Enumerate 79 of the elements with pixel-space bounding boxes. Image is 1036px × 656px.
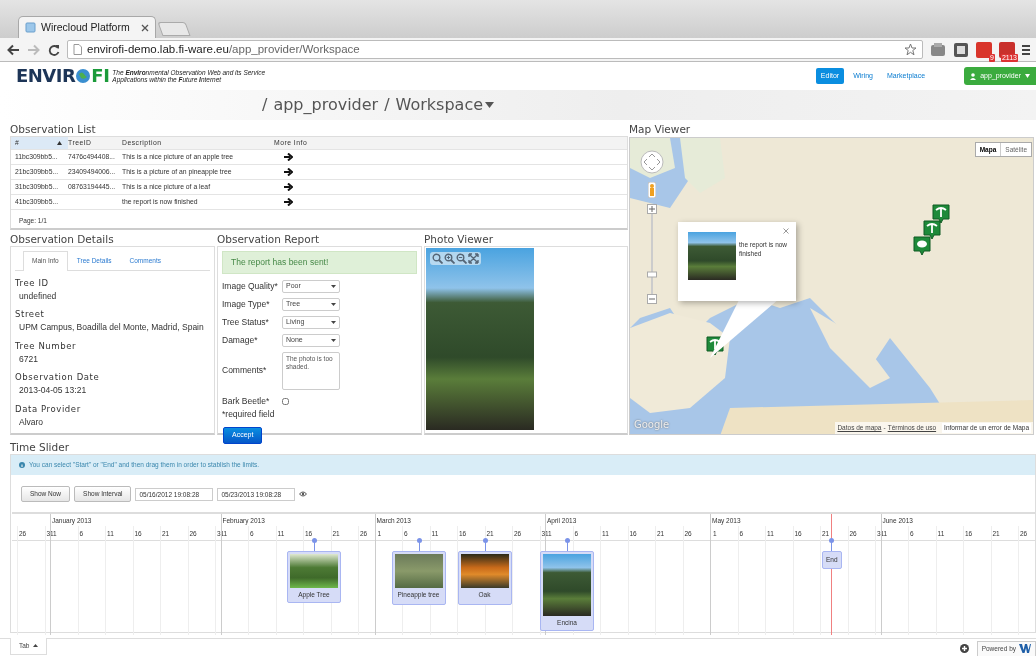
- timeline-point: [482, 537, 488, 543]
- extension-icon[interactable]: [930, 41, 946, 58]
- caret-icon: [33, 644, 39, 648]
- info-icon: [19, 461, 25, 468]
- address-bar[interactable]: envirofi-demo.lab.fi-ware.eu/app_provider/Workspace: [67, 40, 923, 59]
- breadcrumb-separator: /: [384, 94, 390, 116]
- arrow-right-icon[interactable]: [284, 198, 293, 206]
- field-value: undefined: [18, 289, 58, 303]
- caret-icon: [331, 338, 336, 342]
- photo-placeholder: [688, 232, 736, 280]
- field-value: Alvaro: [18, 415, 45, 429]
- url-text: envirofi-demo.lab.fi-ware.eu/app_provider/Workspace: [87, 41, 360, 57]
- widget-title: Observation Details: [10, 232, 115, 246]
- caret-icon: [331, 320, 336, 324]
- caret-icon: [331, 302, 336, 306]
- field-label: Image Type*: [222, 297, 271, 311]
- breadcrumb-separator: /: [262, 94, 268, 116]
- timeline-point: [829, 537, 834, 543]
- field-value: UPM Campus, Boadilla del Monte, Madrid, Spain: [18, 321, 205, 334]
- caret-icon: [1025, 74, 1030, 78]
- widget-title: Photo Viewer: [424, 232, 494, 246]
- checkbox[interactable]: [282, 397, 289, 405]
- field-value: 6721: [18, 352, 39, 366]
- field-label: Tree Status*: [222, 315, 270, 329]
- field-label: Tree ID: [15, 276, 50, 290]
- field-label: Tree Number: [15, 339, 78, 353]
- widget-title: Observation Report: [217, 232, 321, 246]
- breadcrumb-item[interactable]: app_provider: [273, 93, 379, 117]
- globe-icon: [75, 68, 92, 84]
- photo-placeholder: [460, 553, 509, 588]
- back-icon[interactable]: [6, 43, 20, 56]
- success-alert: The report has been sent!: [222, 251, 417, 274]
- timeline-point: [565, 537, 570, 543]
- caret-icon[interactable]: [485, 102, 494, 108]
- fullscreen-icon[interactable]: [468, 253, 479, 264]
- user-icon: [970, 72, 977, 80]
- field-label: Comments*: [222, 364, 268, 378]
- field-label: Damage*: [222, 333, 259, 347]
- slider-thumb[interactable]: [647, 271, 657, 278]
- menu-icon[interactable]: [1022, 43, 1030, 56]
- add-icon[interactable]: [959, 644, 969, 654]
- zoom-in-button[interactable]: [647, 204, 657, 214]
- zoom-out-icon[interactable]: [456, 253, 467, 264]
- arrow-right-icon[interactable]: [284, 153, 293, 161]
- arrow-right-icon[interactable]: [284, 168, 293, 176]
- widget-title: Time Slider: [10, 440, 70, 454]
- close-icon[interactable]: [141, 23, 149, 32]
- logo-text: ENVIR FI: [16, 67, 110, 85]
- field-value: 2013-04-05 13:21: [18, 384, 88, 397]
- map-logo: Google: [634, 418, 670, 432]
- photo-placeholder: [394, 553, 443, 588]
- close-icon[interactable]: [783, 228, 789, 234]
- field-label: Image Quality*: [222, 279, 278, 293]
- search-icon[interactable]: [432, 253, 443, 264]
- timeline-point: [416, 537, 422, 543]
- timeline-point: [312, 537, 317, 543]
- widget-title: Observation List: [10, 122, 97, 136]
- eye-icon[interactable]: [299, 491, 308, 498]
- widget-title: Map Viewer: [629, 122, 692, 136]
- zoom-slider[interactable]: [647, 214, 657, 294]
- photo-placeholder: [543, 553, 591, 616]
- breadcrumb-item[interactable]: Workspace: [395, 93, 483, 117]
- photo-placeholder: [290, 553, 338, 588]
- caret-icon: [331, 284, 336, 288]
- star-icon[interactable]: [904, 43, 917, 56]
- field-label: Data Provider: [15, 402, 82, 416]
- required-note: *required field: [221, 407, 276, 421]
- field-label: Observation Date: [15, 371, 101, 384]
- zoom-in-icon[interactable]: [444, 253, 455, 264]
- pan-control[interactable]: [640, 150, 664, 174]
- reload-icon[interactable]: [48, 43, 60, 56]
- extension-icon[interactable]: [953, 41, 969, 58]
- field-label: Bark Beetle*: [222, 394, 271, 408]
- page-icon: [73, 44, 82, 55]
- zoom-out-button[interactable]: [647, 294, 657, 304]
- arrow-right-icon[interactable]: [284, 183, 293, 191]
- page-icon: [25, 22, 36, 33]
- field-label: Street: [15, 308, 46, 321]
- logo-icon: [1019, 644, 1031, 654]
